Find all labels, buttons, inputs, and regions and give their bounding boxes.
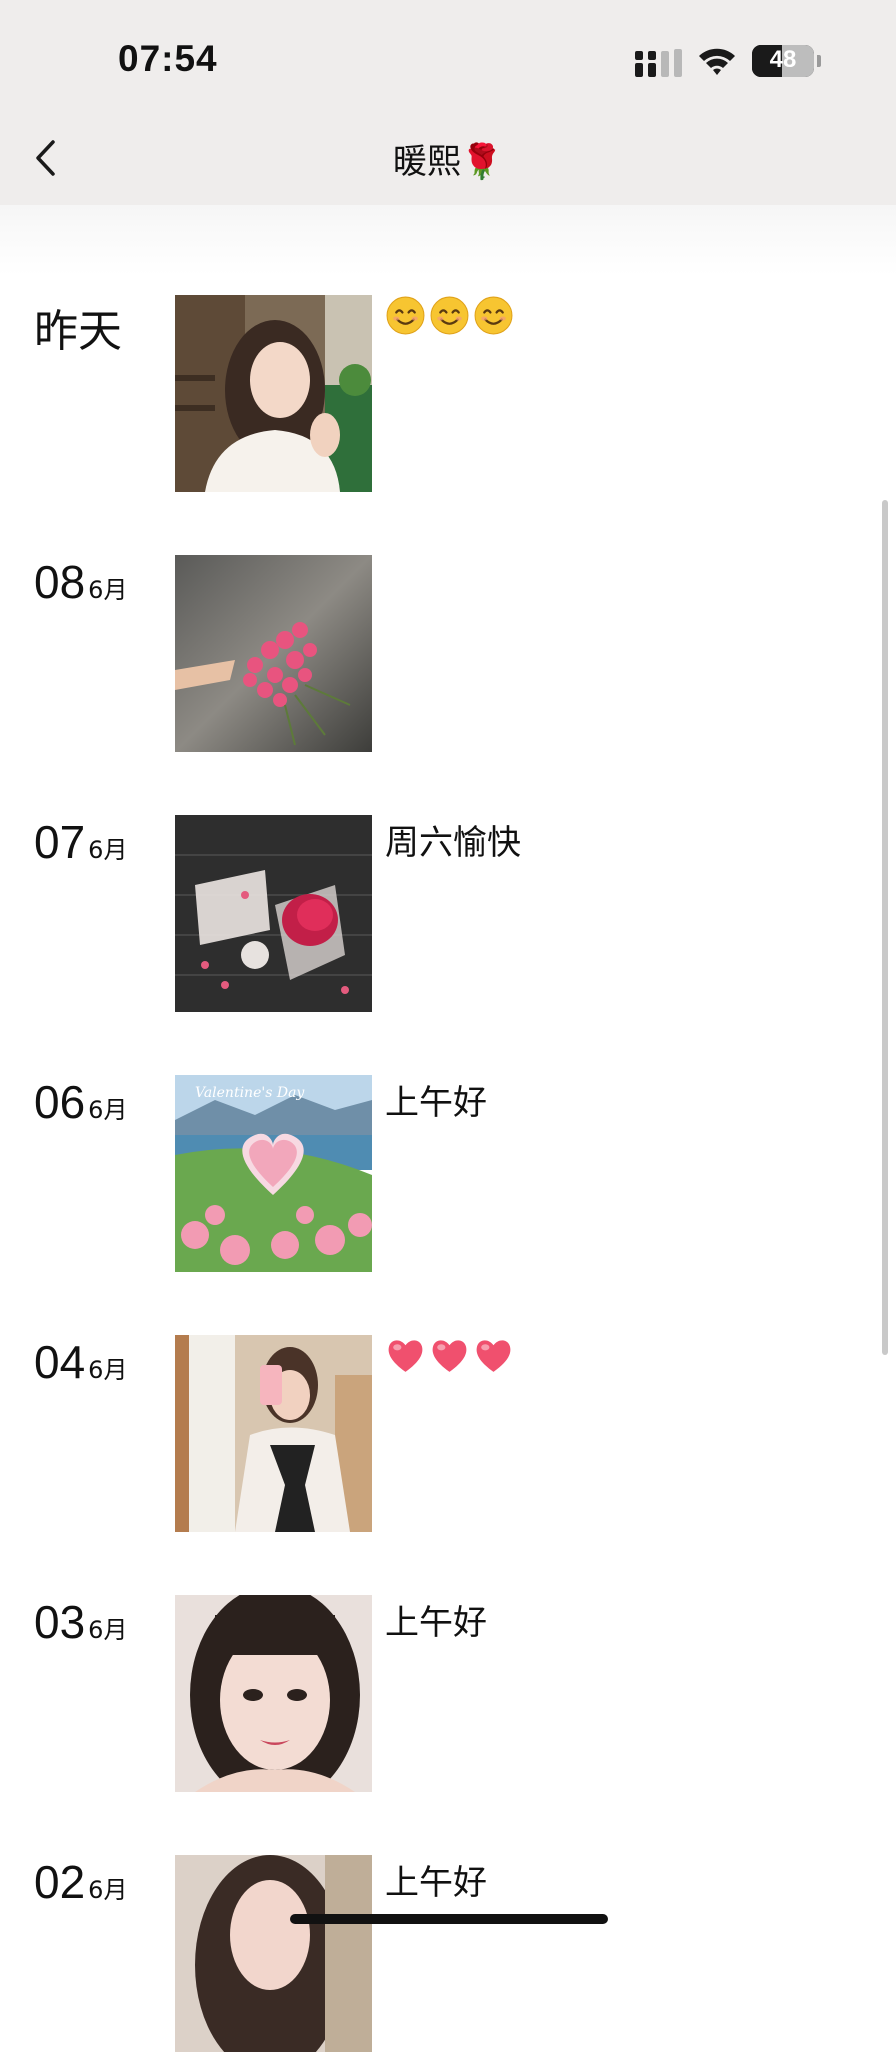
- post-month: 6月: [88, 836, 128, 864]
- post-date: 02 6月: [34, 1855, 127, 1915]
- photo-girl-portrait: [175, 1595, 372, 1792]
- scrollbar[interactable]: [882, 500, 888, 1355]
- post-month: 6月: [88, 1616, 128, 1644]
- post-caption: 上午好: [385, 1083, 487, 1123]
- post-date: 03 6月: [34, 1595, 127, 1655]
- post-caption: 周六愉快: [385, 823, 521, 863]
- post-photo[interactable]: [175, 1595, 372, 1792]
- post-date: 08 6月: [34, 555, 127, 615]
- post-photo[interactable]: [175, 815, 372, 1012]
- post-photo[interactable]: [175, 555, 372, 752]
- heart-emoji-icon: [388, 1340, 423, 1372]
- post-date: 昨天: [34, 306, 122, 357]
- smile-emoji-icon: [430, 296, 469, 335]
- post-photo[interactable]: [175, 295, 372, 492]
- header-fade: [0, 205, 896, 275]
- post-emojis: [385, 295, 514, 336]
- post-month: 6月: [88, 1876, 128, 1904]
- battery-icon: 48: [752, 45, 814, 77]
- photo-overlay-text: Valentine's Day: [195, 1085, 305, 1101]
- heart-emoji-icon: [476, 1340, 511, 1372]
- wifi-icon: [699, 48, 735, 75]
- post-item: 04 6月: [0, 1335, 896, 1535]
- post-day: 08: [34, 556, 86, 608]
- status-time: 07:54: [118, 38, 218, 79]
- post-emojis: [385, 1335, 514, 1376]
- photo-pink-flowers: [175, 555, 372, 752]
- post-day: 02: [34, 1856, 86, 1908]
- post-item: 08 6月: [0, 555, 896, 755]
- post-caption: 上午好: [385, 1863, 487, 1903]
- post-item: 02 6月 上午好: [0, 1855, 896, 2055]
- post-photo[interactable]: [175, 1335, 372, 1532]
- post-date: 06 6月: [34, 1075, 127, 1135]
- photo-girl-portrait-2: [175, 1855, 372, 2052]
- photo-girl-cafe: [175, 295, 372, 492]
- post-date: 04 6月: [34, 1335, 127, 1395]
- rose-emoji: 🌹: [460, 142, 504, 182]
- post-day: 06: [34, 1076, 86, 1128]
- post-day: 07: [34, 816, 86, 868]
- post-day: 04: [34, 1336, 86, 1388]
- post-month: 6月: [88, 1356, 128, 1384]
- smile-emoji-icon: [474, 296, 513, 335]
- post-month: 6月: [88, 1096, 128, 1124]
- post-caption: 上午好: [385, 1603, 487, 1643]
- page-title: 暖熙🌹: [0, 134, 896, 183]
- cellular-signal-icon: [635, 49, 682, 77]
- battery-level: 48: [769, 46, 797, 73]
- post-day: 03: [34, 1596, 86, 1648]
- post-item: 06 6月 Valentine's Day 上午好: [0, 1075, 896, 1275]
- post-photo[interactable]: [175, 1855, 372, 2052]
- post-item: 昨天: [0, 295, 896, 495]
- post-date: 07 6月: [34, 815, 127, 875]
- post-photo[interactable]: Valentine's Day: [175, 1075, 372, 1272]
- battery-tip: [817, 55, 821, 67]
- smile-emoji-icon: [386, 296, 425, 335]
- post-item: 03 6月 上午好: [0, 1595, 896, 1795]
- photo-valentines-heart: Valentine's Day: [175, 1075, 372, 1272]
- post-item: 07 6月 周六愉快: [0, 815, 896, 1015]
- heart-emoji-icon: [432, 1340, 467, 1372]
- photo-roses-gift-box: [175, 815, 372, 1012]
- home-indicator[interactable]: [290, 1914, 608, 1924]
- photo-mirror-selfie: [175, 1335, 372, 1532]
- post-month: 6月: [88, 576, 128, 604]
- page-title-text: 暖熙: [392, 142, 461, 182]
